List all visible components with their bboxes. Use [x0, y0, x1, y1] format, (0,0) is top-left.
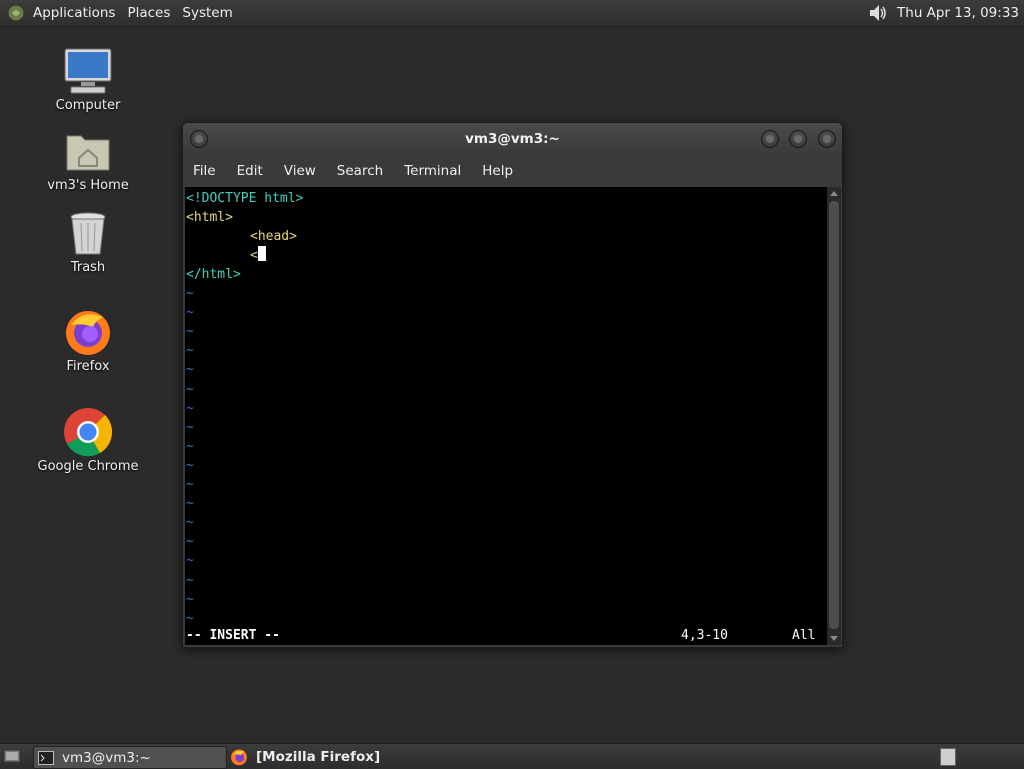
tilde-marker: ~: [186, 534, 194, 550]
tilde-marker: ~: [186, 457, 194, 473]
taskbar-label: vm3@vm3:~: [62, 749, 151, 766]
trash-applet-icon[interactable]: [940, 748, 956, 766]
desktop-icon-label: Google Chrome: [37, 459, 139, 474]
cursor-position: 4,3-10: [681, 628, 728, 643]
scrollbar-thumb[interactable]: [829, 201, 839, 629]
chrome-icon: [64, 408, 113, 457]
menu-file[interactable]: File: [193, 163, 216, 179]
menu-search[interactable]: Search: [337, 163, 383, 179]
taskbar-label: [Mozilla Firefox]: [256, 748, 381, 765]
bottom-panel: vm3@vm3:~ [Mozilla Firefox]: [0, 743, 1024, 769]
desktop-icon-firefox[interactable]: Firefox: [28, 307, 148, 374]
distro-logo-icon[interactable]: [7, 4, 25, 22]
desktop-icon-trash[interactable]: Trash: [28, 208, 148, 275]
menu-view[interactable]: View: [284, 163, 316, 179]
home-folder-icon: [66, 135, 110, 171]
tilde-marker: ~: [186, 610, 194, 626]
show-desktop-icon[interactable]: [3, 748, 21, 764]
editor-text: <: [250, 248, 258, 263]
computer-icon: [64, 48, 112, 94]
menu-edit[interactable]: Edit: [237, 163, 263, 179]
desktop-icon-label: Computer: [55, 98, 121, 113]
clock[interactable]: Thu Apr 13, 09:33: [897, 5, 1019, 21]
desktop-icon-label: Firefox: [66, 359, 110, 374]
taskbar-item-terminal[interactable]: vm3@vm3:~: [33, 746, 227, 769]
tilde-marker: ~: [186, 591, 194, 607]
desktop-icon-computer[interactable]: Computer: [28, 46, 148, 113]
text-cursor: [257, 246, 266, 261]
terminal-window[interactable]: vm3@vm3:~ File Edit View Search Terminal…: [182, 122, 843, 648]
maximize-button[interactable]: [789, 130, 807, 148]
tilde-marker: ~: [186, 477, 194, 492]
scroll-up-icon[interactable]: [830, 191, 838, 196]
tilde-marker: ~: [186, 324, 194, 340]
scroll-position: All: [792, 628, 816, 643]
tilde-marker: ~: [186, 362, 194, 378]
desktop-icon-chrome[interactable]: Google Chrome: [28, 407, 148, 474]
terminal-content[interactable]: <!DOCTYPE html> <html> <head> < </html> …: [185, 187, 827, 645]
desktop-icon-label: Trash: [70, 260, 106, 275]
window-titlebar[interactable]: vm3@vm3:~: [183, 123, 842, 155]
terminal-menubar: File Edit View Search Terminal Help: [183, 155, 842, 187]
menu-help[interactable]: Help: [482, 163, 513, 179]
volume-icon[interactable]: [867, 2, 889, 24]
editor-line-current: <: [250, 246, 266, 265]
system-menu[interactable]: System: [182, 5, 240, 21]
trash-icon: [70, 212, 106, 255]
window-title: vm3@vm3:~: [465, 131, 560, 147]
tilde-marker: ~: [186, 572, 194, 588]
tilde-marker: ~: [186, 343, 194, 359]
scroll-down-icon[interactable]: [830, 636, 838, 641]
tilde-marker: ~: [186, 419, 194, 435]
minimize-button[interactable]: [761, 130, 779, 148]
tilde-marker: ~: [186, 305, 194, 321]
tilde-marker: ~: [186, 286, 194, 301]
editor-line: <head>: [250, 229, 297, 244]
tilde-marker: ~: [186, 496, 194, 512]
editor-line: </html>: [186, 267, 241, 282]
firefox-icon: [66, 311, 110, 355]
tilde-marker: ~: [186, 515, 194, 531]
applications-menu[interactable]: Applications: [33, 5, 123, 21]
editor-line: <!DOCTYPE html>: [186, 191, 304, 206]
panel-tray: Thu Apr 13, 09:33: [867, 0, 1019, 26]
taskbar-item-firefox[interactable]: [Mozilla Firefox]: [228, 746, 428, 767]
desktop-icon-label: vm3's Home: [47, 178, 129, 193]
menu-terminal[interactable]: Terminal: [404, 163, 461, 179]
tilde-marker: ~: [186, 400, 194, 416]
desktop-icon-home[interactable]: vm3's Home: [28, 128, 148, 193]
tilde-marker: ~: [186, 381, 194, 397]
editor-line: <html>: [186, 210, 233, 225]
close-button[interactable]: [818, 130, 836, 148]
terminal-icon: [38, 750, 54, 765]
firefox-icon: [231, 748, 247, 765]
tilde-marker: ~: [186, 553, 194, 569]
tilde-marker: ~: [186, 438, 194, 454]
places-menu[interactable]: Places: [127, 5, 178, 21]
terminal-scrollbar[interactable]: [827, 187, 841, 645]
vim-mode-indicator: -- INSERT --: [186, 628, 280, 643]
top-panel: Applications Places System Thu Apr 13, 0…: [0, 0, 1024, 27]
